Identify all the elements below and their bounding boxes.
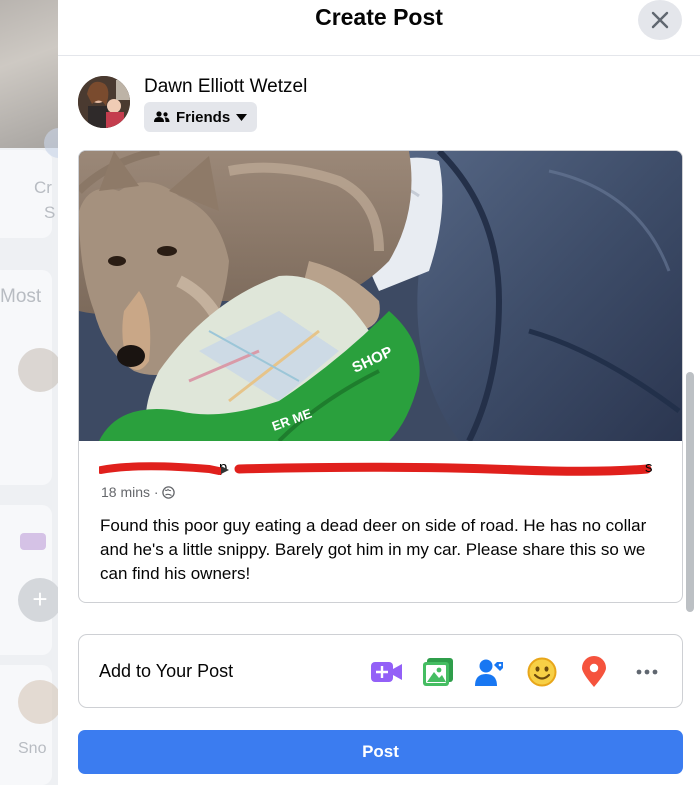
shared-post-text: Found this poor guy eating a dead deer o… xyxy=(100,516,647,583)
avatar[interactable] xyxy=(78,76,130,128)
live-video-icon xyxy=(371,662,402,682)
author-name[interactable]: Dawn Elliott Wetzel xyxy=(144,76,307,98)
background-avatar xyxy=(18,348,58,392)
background-video-icon xyxy=(20,533,46,550)
background-avatar xyxy=(18,680,58,724)
add-to-post-bar: Add to Your Post xyxy=(78,634,683,708)
tag-people-button[interactable] xyxy=(472,654,508,690)
tag-people-icon xyxy=(475,659,503,686)
friends-icon xyxy=(154,111,170,122)
post-time-row: 18 mins · xyxy=(101,484,175,500)
live-video-button[interactable] xyxy=(369,654,405,690)
more-icon xyxy=(636,669,658,675)
background-page: Cr S Most + Sno xyxy=(0,0,58,785)
close-button[interactable] xyxy=(638,0,682,40)
globe-icon xyxy=(161,485,175,499)
check-in-icon xyxy=(582,656,606,687)
audience-selector[interactable]: Friends xyxy=(144,102,258,132)
shared-post-photo[interactable]: SHOP ER ME xyxy=(79,151,683,441)
add-to-post-label[interactable]: Add to Your Post xyxy=(99,661,233,682)
background-plus-icon: + xyxy=(18,578,58,622)
post-timestamp[interactable]: 18 mins · xyxy=(101,484,159,500)
background-text: S xyxy=(44,203,56,222)
post-button[interactable]: Post xyxy=(78,730,683,774)
scrollbar[interactable] xyxy=(686,372,694,612)
dialog-header: Create Post xyxy=(58,0,700,56)
shared-post-card[interactable]: SHOP ER ME p s 18 mins · Found this poor… xyxy=(78,150,683,603)
feeling-button[interactable] xyxy=(524,654,560,690)
more-options-button[interactable] xyxy=(629,654,665,690)
background-text: Sno xyxy=(18,740,47,757)
close-icon xyxy=(651,11,669,29)
dialog-title: Create Post xyxy=(315,4,443,30)
background-text: Most xyxy=(0,286,42,307)
background-text: Cr xyxy=(34,178,52,197)
background-cover-photo xyxy=(0,0,58,148)
create-post-dialog: Create Post Dawn Elliott Wetzel Friends … xyxy=(58,0,700,785)
check-in-button[interactable] xyxy=(576,654,612,690)
feeling-icon xyxy=(527,657,557,687)
photo-video-button[interactable] xyxy=(420,654,456,690)
photo-video-icon xyxy=(423,658,453,686)
caret-down-icon xyxy=(236,113,248,121)
redaction-mark xyxy=(99,462,652,476)
source-fragment: s xyxy=(645,459,653,476)
audience-label: Friends xyxy=(176,108,231,126)
shared-post-source[interactable]: p s xyxy=(99,459,669,483)
